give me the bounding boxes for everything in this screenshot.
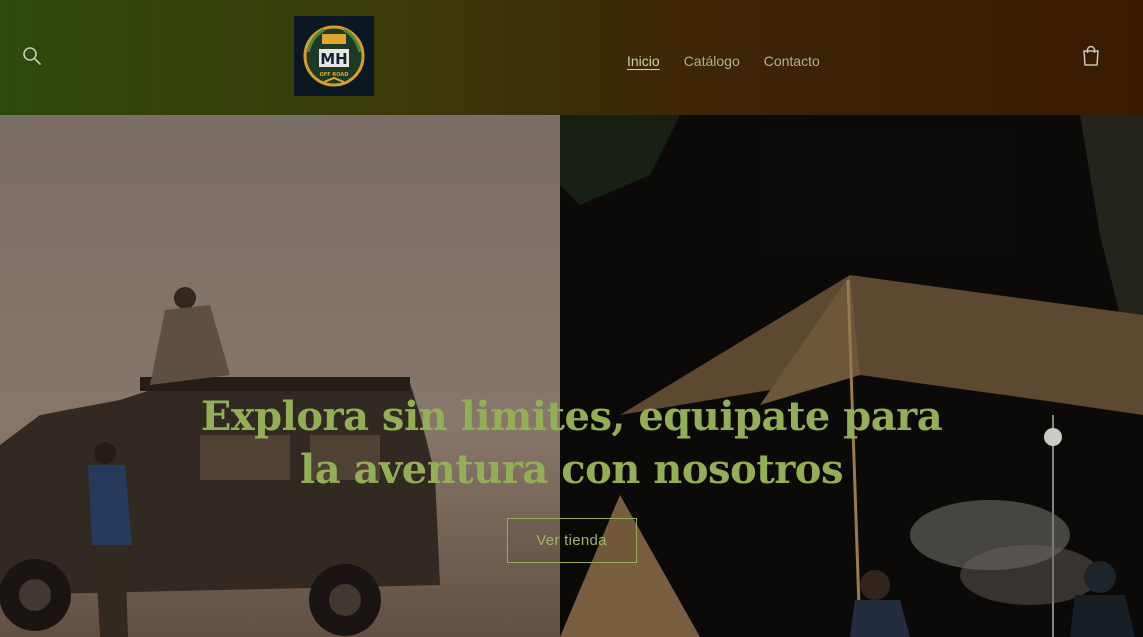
hero-banner: Explora sin limites, equipate para la av…	[0, 115, 1143, 637]
nav-link-contacto[interactable]: Contacto	[752, 48, 832, 74]
logo-text: MH	[320, 50, 347, 68]
cart-icon	[1083, 45, 1099, 66]
site-header: MH OFF ROAD Inicio Catálogo Contacto	[0, 0, 1143, 115]
nav-link-inicio[interactable]: Inicio	[615, 48, 672, 74]
search-button[interactable]	[18, 42, 46, 70]
nav-link-catalogo[interactable]: Catálogo	[672, 48, 752, 74]
search-icon	[23, 47, 41, 65]
hero-title: Explora sin limites, equipate para la av…	[200, 393, 943, 493]
cart-button[interactable]	[1078, 42, 1104, 70]
hero-content: Explora sin limites, equipate para la av…	[0, 390, 1143, 563]
shop-button[interactable]: Ver tienda	[506, 518, 637, 563]
site-logo[interactable]: MH OFF ROAD	[294, 16, 374, 96]
main-nav: Inicio Catálogo Contacto	[615, 48, 832, 74]
